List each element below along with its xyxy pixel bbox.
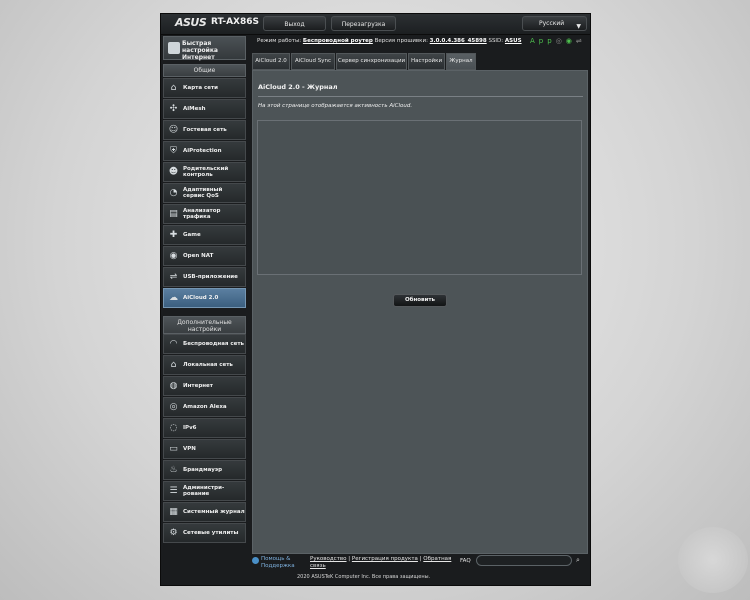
- page-title: AiCloud 2.0 - Журнал: [258, 83, 338, 91]
- ipv6-icon: ◌: [169, 423, 178, 433]
- cloud-icon: ☁: [169, 293, 178, 303]
- language-value: Русский: [539, 20, 565, 27]
- operation-mode-link[interactable]: Беспроводной роутер: [303, 38, 373, 44]
- traffic-analyzer-icon: ▤: [169, 209, 178, 219]
- tab-settings[interactable]: Настройки: [408, 53, 445, 70]
- log-textarea[interactable]: [257, 120, 582, 275]
- sidebar-item-qos[interactable]: ◔ Адаптивный сервис QoS: [163, 183, 246, 203]
- sidebar-item-aiprotection[interactable]: ⛨ AiProtection: [163, 141, 246, 161]
- sidebar-item-traffic-analyzer[interactable]: ▤ Анализатор трафика: [163, 204, 246, 224]
- tab-log[interactable]: Журнал: [446, 53, 476, 70]
- copyright: 2020 ASUSTeK Computer Inc. Все права защ…: [297, 574, 431, 580]
- vpn-icon: ▭: [169, 444, 178, 454]
- faq-label: FAQ: [460, 558, 471, 564]
- sidebar-item-aimesh[interactable]: ✣ AiMesh: [163, 99, 246, 119]
- sidebar-item-internet[interactable]: ◍ Интернет: [163, 376, 246, 396]
- quick-setup-icon: [168, 42, 180, 54]
- advanced-section-header: Дополнительные настройки: [163, 316, 246, 334]
- tab-sync-server[interactable]: Сервер синхронизации: [336, 53, 407, 70]
- footer: Помощь & Поддержка Руководство | Регистр…: [252, 554, 588, 585]
- qos-icon: ◔: [169, 188, 178, 198]
- sidebar-item-game[interactable]: ✚ Game: [163, 225, 246, 245]
- refresh-button[interactable]: Обновить: [393, 294, 447, 307]
- sidebar-item-administration[interactable]: ☰ Администри-рование: [163, 481, 246, 501]
- network-map-icon: ⌂: [170, 83, 177, 93]
- footer-links: Руководство | Регистрация продукта | Обр…: [310, 556, 452, 569]
- router-model: RT-AX86S: [211, 17, 259, 27]
- lan-icon: ⌂: [170, 360, 177, 370]
- sidebar-item-alexa[interactable]: ◎ Amazon Alexa: [163, 397, 246, 417]
- sidebar-item-network-map[interactable]: ⌂ Карта сети: [163, 78, 246, 98]
- network-tools-icon: ⚙: [169, 528, 178, 538]
- sidebar-item-guest-network[interactable]: ☺ Гостевая сеть: [163, 120, 246, 140]
- sidebar-item-aicloud[interactable]: ☁ AiCloud 2.0: [163, 288, 246, 308]
- sidebar-item-vpn[interactable]: ▭ VPN: [163, 439, 246, 459]
- admin-icon: ☰: [169, 486, 178, 496]
- chevron-down-icon: ▼: [576, 23, 581, 30]
- app-label[interactable]: App: [530, 37, 556, 45]
- help-icon: [252, 557, 259, 564]
- router-admin-window: ASUS RT-AX86S Выход Перезагрузка Русский…: [160, 13, 591, 586]
- open-nat-icon: ◉: [169, 251, 178, 261]
- content-panel: AiCloud 2.0 - Журнал На этой странице от…: [252, 70, 588, 554]
- sidebar-item-system-log[interactable]: ▦ Системный журнал: [163, 502, 246, 522]
- top-bar: ASUS RT-AX86S Выход Перезагрузка Русский…: [161, 14, 590, 35]
- sidebar-item-usb-app[interactable]: ⇌ USB-приложение: [163, 267, 246, 287]
- sidebar-item-ipv6[interactable]: ◌ IPv6: [163, 418, 246, 438]
- alexa-icon: ◎: [169, 402, 178, 412]
- page-description: На этой странице отображается активность…: [258, 103, 413, 109]
- language-select[interactable]: Русский ▼: [522, 16, 587, 31]
- tab-aicloud[interactable]: AiCloud 2.0: [252, 53, 290, 70]
- title-divider: [258, 96, 583, 97]
- gamepad-icon: ✚: [169, 230, 178, 240]
- quick-setup-button[interactable]: Быстрая настройка Интернет: [163, 36, 246, 61]
- sidebar-item-parental-control[interactable]: ☻ Родительский контроль: [163, 162, 246, 182]
- guest-network-icon: ☺: [168, 125, 179, 135]
- sidebar-item-wireless[interactable]: ◠ Беспроводная сеть: [163, 334, 246, 354]
- system-log-icon: ▦: [169, 507, 178, 517]
- help-support-link[interactable]: Помощь & Поддержка: [261, 556, 301, 569]
- usb-icon: ⇌: [169, 272, 178, 282]
- parental-control-icon: ☻: [168, 167, 179, 177]
- status-icons: App◎◉⇌: [530, 37, 586, 45]
- asus-logo: ASUS: [175, 16, 207, 29]
- sidebar-item-firewall[interactable]: ♨ Брандмауэр: [163, 460, 246, 480]
- status-line: Режим работы: Беспроводной роутер Версия…: [257, 38, 522, 44]
- quick-setup-label: Быстрая настройка Интернет: [182, 40, 218, 61]
- globe-icon: ◍: [169, 381, 178, 391]
- sidebar-item-open-nat[interactable]: ◉ Open NAT: [163, 246, 246, 266]
- faq-search-input[interactable]: [476, 555, 572, 566]
- firewall-icon: ♨: [169, 465, 178, 475]
- firmware-version-link[interactable]: 3.0.0.4.386_45898: [430, 38, 487, 44]
- aimesh-icon: ✣: [169, 104, 178, 114]
- ssid-link[interactable]: ASUS: [505, 38, 522, 44]
- usb-status-icon[interactable]: ⇌: [576, 37, 586, 45]
- logout-button[interactable]: Выход: [263, 16, 326, 31]
- internet-status-icon[interactable]: ◉: [566, 37, 576, 45]
- tab-aicloud-sync[interactable]: AiCloud Sync: [291, 53, 335, 70]
- search-icon[interactable]: ⌕: [576, 556, 585, 565]
- reboot-button[interactable]: Перезагрузка: [331, 16, 396, 31]
- shield-icon: ⛨: [170, 146, 177, 156]
- manual-link[interactable]: Руководство: [310, 556, 347, 562]
- watermark-logo: [678, 527, 748, 593]
- general-section-header: Общие: [163, 64, 246, 77]
- wifi-status-icon[interactable]: ◎: [556, 37, 566, 45]
- wireless-icon: ◠: [169, 339, 178, 349]
- sidebar-item-network-tools[interactable]: ⚙ Сетевые утилиты: [163, 523, 246, 543]
- product-registration-link[interactable]: Регистрация продукта: [352, 556, 418, 562]
- sidebar-item-lan[interactable]: ⌂ Локальная сеть: [163, 355, 246, 375]
